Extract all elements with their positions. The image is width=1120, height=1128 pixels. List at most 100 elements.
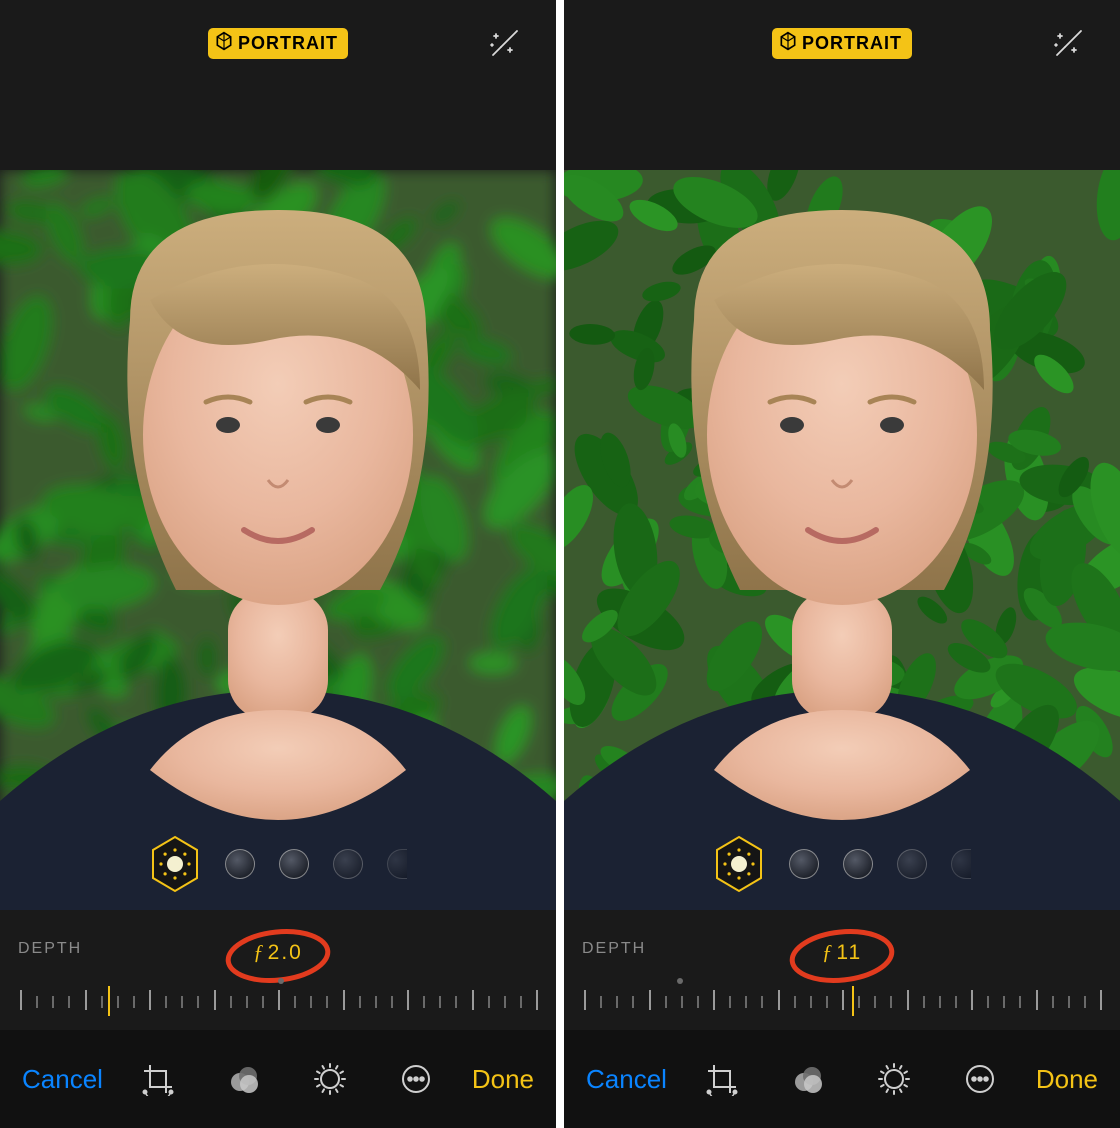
slider-tick (359, 996, 361, 1008)
slider-tick (20, 990, 22, 1010)
top-bar: PORTRAIT (0, 0, 556, 170)
f-number: 11 (836, 941, 862, 965)
lighting-option[interactable] (951, 849, 971, 879)
slider-tick (729, 996, 731, 1008)
filters-button[interactable] (218, 1053, 270, 1105)
slider-tick (149, 990, 151, 1010)
cancel-button[interactable]: Cancel (22, 1064, 103, 1095)
slider-tick (230, 996, 232, 1008)
f-stop-value: ƒ2.0 (253, 940, 303, 965)
f-symbol: ƒ (822, 940, 835, 965)
photo-preview[interactable] (564, 170, 1120, 910)
cancel-button[interactable]: Cancel (586, 1064, 667, 1095)
slider-tick (391, 996, 393, 1008)
adjust-button[interactable] (304, 1053, 356, 1105)
more-button[interactable] (390, 1053, 442, 1105)
filters-button[interactable] (782, 1053, 834, 1105)
portrait-mode-label: PORTRAIT (802, 33, 902, 54)
depth-label: DEPTH (582, 940, 646, 958)
slider-tick (810, 996, 812, 1008)
lighting-option[interactable] (333, 849, 363, 879)
done-button[interactable]: Done (1036, 1064, 1098, 1095)
slider-tick (826, 996, 828, 1008)
slider-tick (600, 996, 602, 1008)
editor-panel: PORTRAIT DEPTH ƒ11 Cancel Done (564, 0, 1120, 1128)
slider-tick (439, 996, 441, 1008)
auto-enhance-button[interactable] (488, 26, 522, 60)
cube-icon (778, 31, 798, 56)
portrait-mode-badge[interactable]: PORTRAIT (208, 28, 348, 59)
slider-tick (665, 996, 667, 1008)
slider-tick (1084, 996, 1086, 1008)
slider-tick (68, 996, 70, 1008)
crop-button[interactable] (696, 1053, 748, 1105)
slider-tick (745, 996, 747, 1008)
depth-label: DEPTH (18, 940, 82, 958)
slider-tick (697, 996, 699, 1008)
slider-tick (939, 996, 941, 1008)
depth-control: DEPTH ƒ2.0 (0, 910, 556, 1030)
lighting-option[interactable] (279, 849, 309, 879)
slider-tick (488, 996, 490, 1008)
lighting-option[interactable] (387, 849, 407, 879)
auto-enhance-button[interactable] (1052, 26, 1086, 60)
slider-tick (649, 990, 651, 1010)
depth-control: DEPTH ƒ11 (564, 910, 1120, 1030)
slider-tick (214, 990, 216, 1010)
slider-tick (794, 996, 796, 1008)
lighting-option[interactable] (225, 849, 255, 879)
slider-tick (681, 996, 683, 1008)
depth-slider[interactable] (0, 984, 556, 1012)
slider-pointer[interactable] (852, 986, 854, 1016)
slider-tick (923, 996, 925, 1008)
slider-tick (326, 996, 328, 1008)
bottom-toolbar: Cancel Done (564, 1030, 1120, 1128)
slider-tick (246, 996, 248, 1008)
slider-tick (262, 996, 264, 1008)
slider-default-marker (278, 978, 284, 984)
slider-tick (632, 996, 634, 1008)
lighting-option[interactable] (789, 849, 819, 879)
slider-tick (874, 996, 876, 1008)
lighting-effects-strip[interactable] (564, 832, 1120, 896)
lighting-option[interactable] (843, 849, 873, 879)
crop-button[interactable] (132, 1053, 184, 1105)
done-button[interactable]: Done (472, 1064, 534, 1095)
slider-tick (101, 996, 103, 1008)
lighting-natural-icon[interactable] (713, 835, 765, 893)
slider-tick (181, 996, 183, 1008)
slider-tick (778, 990, 780, 1010)
slider-tick (713, 990, 715, 1010)
depth-slider[interactable] (564, 984, 1120, 1012)
adjust-button[interactable] (868, 1053, 920, 1105)
more-button[interactable] (954, 1053, 1006, 1105)
lighting-natural-icon[interactable] (149, 835, 201, 893)
lighting-effects-strip[interactable] (0, 832, 556, 896)
slider-tick (472, 990, 474, 1010)
slider-default-marker (677, 978, 683, 984)
portrait-mode-label: PORTRAIT (238, 33, 338, 54)
slider-tick (343, 990, 345, 1010)
f-stop-value: ƒ11 (822, 940, 862, 965)
slider-tick (955, 996, 957, 1008)
photo-preview[interactable] (0, 170, 556, 910)
slider-tick (375, 996, 377, 1008)
portrait-mode-badge[interactable]: PORTRAIT (772, 28, 912, 59)
slider-tick (890, 996, 892, 1008)
slider-tick (842, 990, 844, 1010)
slider-tick (1068, 996, 1070, 1008)
slider-tick (1019, 996, 1021, 1008)
editor-panel: PORTRAIT DEPTH ƒ2.0 Cancel Done (0, 0, 556, 1128)
slider-tick (1036, 990, 1038, 1010)
slider-tick (117, 996, 119, 1008)
lighting-option[interactable] (897, 849, 927, 879)
slider-tick (1100, 990, 1102, 1010)
slider-pointer[interactable] (108, 986, 110, 1016)
slider-tick (858, 996, 860, 1008)
slider-tick (616, 996, 618, 1008)
slider-tick (761, 996, 763, 1008)
slider-tick (1052, 996, 1054, 1008)
slider-tick (1003, 996, 1005, 1008)
f-number: 2.0 (268, 941, 303, 965)
slider-tick (520, 996, 522, 1008)
